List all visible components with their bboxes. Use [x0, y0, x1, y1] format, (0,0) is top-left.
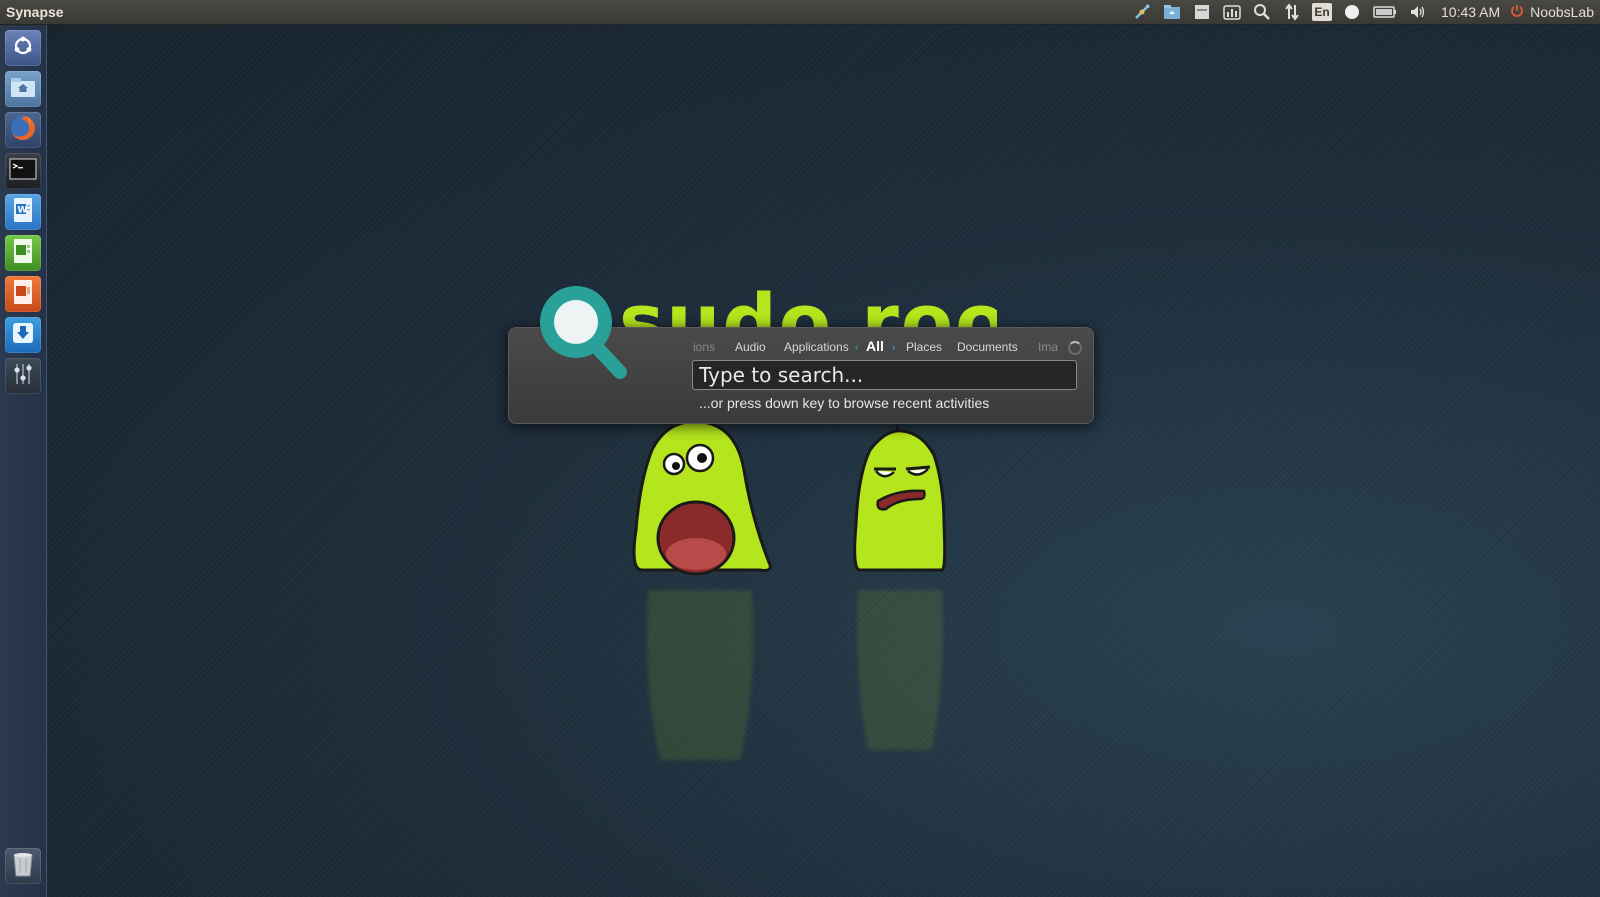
svg-text:W: W [18, 205, 28, 215]
category-audio[interactable]: Audio [735, 340, 766, 354]
category-bar: ions Audio Applications ‹ All › Places D… [693, 340, 1071, 356]
software-center-launcher-button[interactable] [5, 317, 41, 353]
terminal-icon [9, 157, 37, 185]
user-name: NoobsLab [1530, 4, 1594, 20]
grumpy-monster-image [850, 420, 954, 577]
firefox-icon [9, 114, 37, 147]
launcher: W [0, 25, 47, 897]
wallpaper-logo-text: sudo root [617, 280, 997, 328]
synapse-logo-icon [534, 278, 636, 386]
category-all[interactable]: All [866, 340, 884, 354]
category-next-faded[interactable]: Ima [1038, 340, 1058, 354]
search-hint: ...or press down key to browse recent ac… [699, 395, 990, 411]
monster-reflection-2 [852, 590, 948, 760]
search-icon[interactable] [1252, 3, 1272, 21]
category-applications[interactable]: Applications [784, 340, 849, 354]
calc-launcher-button[interactable] [5, 235, 41, 271]
category-right-arrow-icon[interactable]: › [892, 342, 895, 353]
chart-tray-icon[interactable] [1222, 3, 1242, 21]
clock[interactable]: 10:43 AM [1441, 4, 1500, 20]
writer-launcher-button[interactable]: W [5, 194, 41, 230]
trash-launcher-button[interactable] [5, 848, 41, 884]
battery-icon[interactable] [1372, 3, 1398, 21]
network-icon[interactable] [1282, 3, 1302, 21]
settings-icon [11, 361, 35, 392]
wallpaper-logo-label: sudo root [619, 280, 997, 328]
impress-icon [12, 279, 34, 310]
keyboard-icon[interactable]: En [1312, 3, 1333, 21]
writer-icon: W [12, 197, 34, 228]
category-prev-faded[interactable]: ions [693, 340, 715, 354]
ubuntu-logo-icon [11, 34, 35, 63]
category-places[interactable]: Places [906, 340, 942, 354]
category-documents[interactable]: Documents [957, 340, 1018, 354]
trash-icon [11, 850, 35, 883]
top-panel: Synapse En 10:43 AM NoobsLab [0, 0, 1600, 25]
firefox-launcher-button[interactable] [5, 112, 41, 148]
messaging-icon[interactable] [1342, 3, 1362, 21]
download-icon [11, 321, 35, 350]
scared-monster-image [630, 420, 782, 580]
home-folder-icon [10, 76, 36, 103]
session-menu[interactable]: NoobsLab [1510, 4, 1594, 21]
calc-icon [12, 238, 34, 269]
dash-home-button[interactable] [5, 30, 41, 66]
monster-reflection-1 [640, 590, 760, 770]
impress-launcher-button[interactable] [5, 276, 41, 312]
volume-icon[interactable] [1408, 3, 1428, 21]
category-left-arrow-icon[interactable]: ‹ [855, 342, 858, 353]
files-launcher-button[interactable] [5, 71, 41, 107]
files-tray-icon[interactable] [1162, 3, 1182, 21]
system-settings-launcher-button[interactable] [5, 358, 41, 394]
search-input[interactable] [692, 360, 1077, 390]
app-title: Synapse [6, 4, 64, 20]
throbber-icon [1068, 341, 1082, 355]
synapse-tray-icon[interactable] [1132, 3, 1152, 21]
terminal-launcher-button[interactable] [5, 153, 41, 189]
clipboard-tray-icon[interactable] [1192, 3, 1212, 21]
power-icon [1510, 4, 1524, 21]
indicator-area: En 10:43 AM NoobsLab [1127, 0, 1600, 24]
